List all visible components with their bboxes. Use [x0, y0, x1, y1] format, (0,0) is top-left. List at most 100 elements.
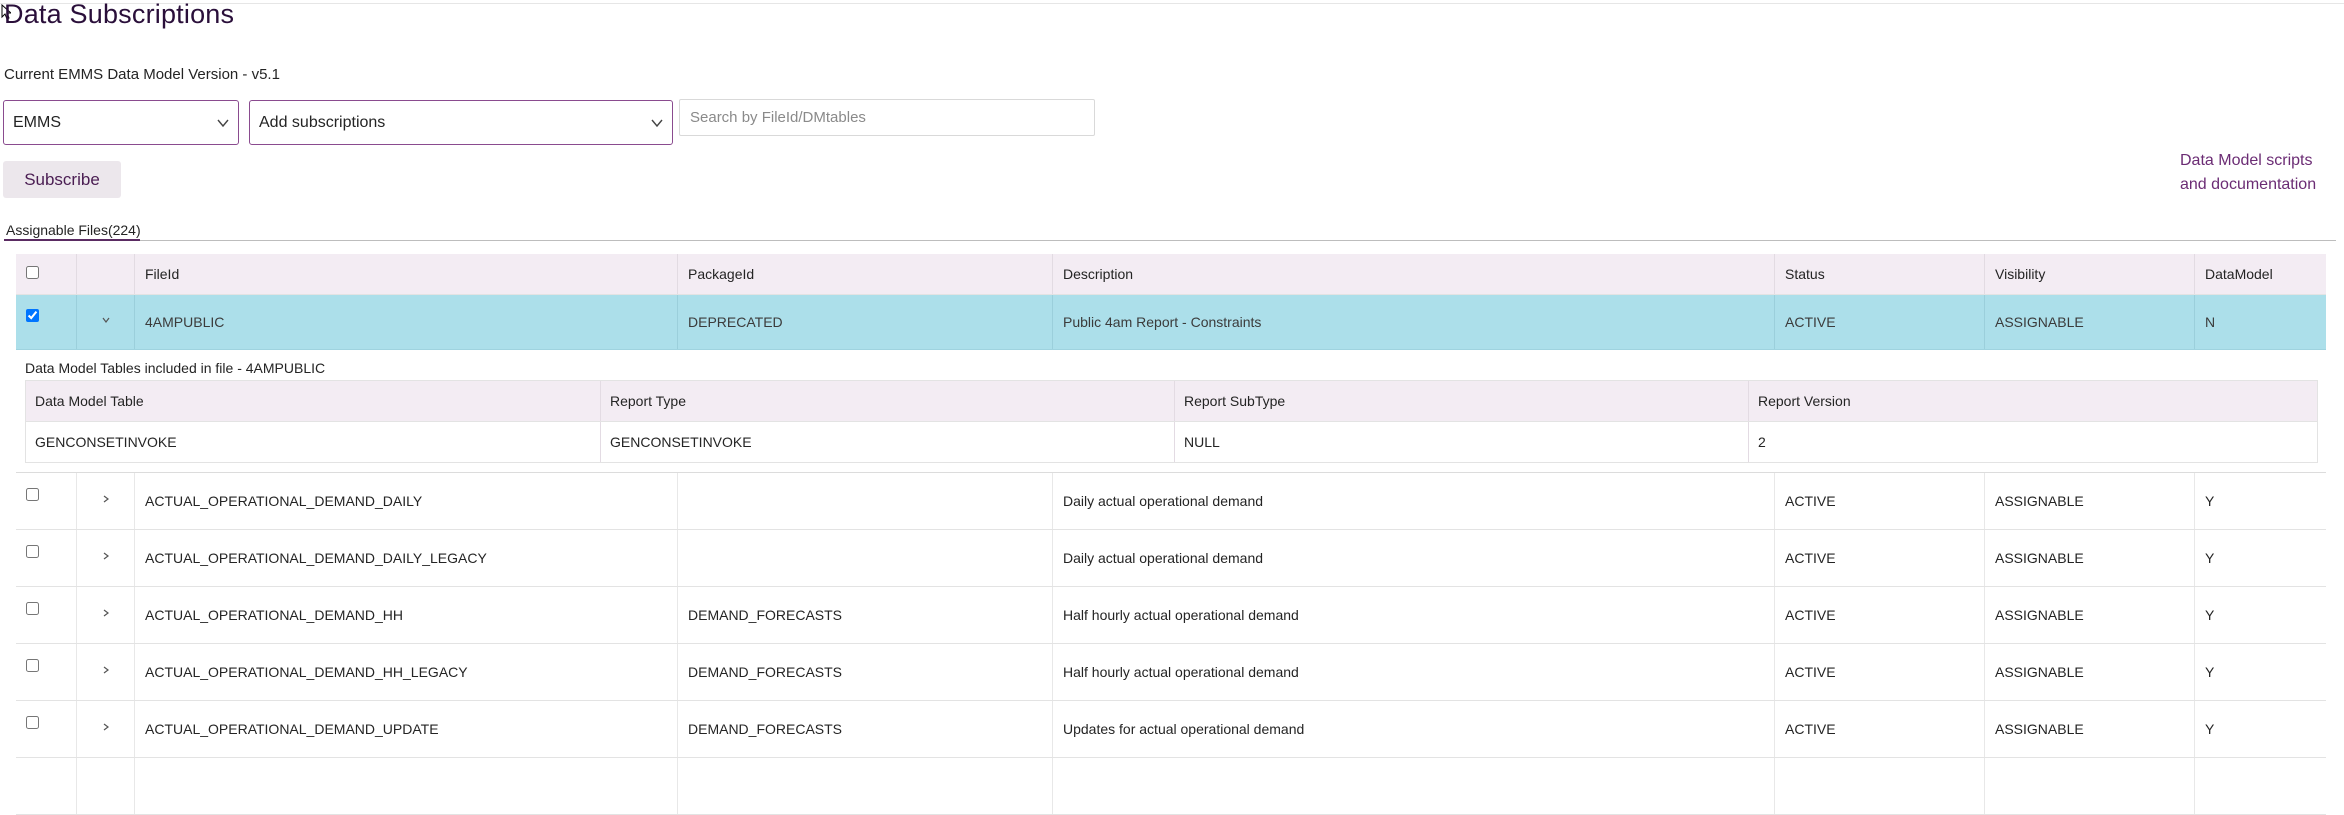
- system-select-value: EMMS: [13, 113, 61, 131]
- row-checkbox[interactable]: [26, 601, 39, 615]
- column-header-report-version: Report Version: [1748, 381, 2317, 421]
- cell-status: ACTIVE: [1774, 587, 1984, 643]
- row-expander[interactable]: [76, 473, 134, 529]
- table-row[interactable]: ACTUAL_OPERATIONAL_DEMAND_HH DEMAND_FORE…: [16, 587, 2326, 644]
- header-checkbox-cell: [16, 254, 76, 294]
- subscribe-button[interactable]: Subscribe: [3, 161, 121, 198]
- cell-visibility: ASSIGNABLE: [1984, 295, 2194, 349]
- cell-description: Half hourly actual operational demand: [1052, 587, 1774, 643]
- top-divider: [0, 3, 2344, 4]
- column-header-status[interactable]: Status: [1774, 254, 1984, 294]
- cell-visibility: ASSIGNABLE: [1984, 473, 2194, 529]
- row-expander[interactable]: [76, 530, 134, 586]
- cell-visibility: ASSIGNABLE: [1984, 701, 2194, 757]
- cell-status: ACTIVE: [1774, 644, 1984, 700]
- row-checkbox[interactable]: [26, 658, 39, 672]
- system-select[interactable]: EMMS: [3, 100, 239, 145]
- detail-caption: Data Model Tables included in file - 4AM…: [25, 360, 326, 376]
- chevron-down-icon: [651, 119, 663, 127]
- cell-report-version: 2: [1748, 422, 2317, 462]
- select-all-checkbox[interactable]: [26, 265, 39, 279]
- table-row[interactable]: ACTUAL_OPERATIONAL_DEMAND_DAILY Daily ac…: [16, 473, 2326, 530]
- column-header-description[interactable]: Description: [1052, 254, 1774, 294]
- table-row[interactable]: [16, 758, 2326, 815]
- data-model-docs-link[interactable]: Data Model scripts and documentation: [2180, 149, 2340, 197]
- row-checkbox-cell: [16, 473, 76, 529]
- cell-fileid: ACTUAL_OPERATIONAL_DEMAND_UPDATE: [134, 701, 677, 757]
- data-model-version: Current EMMS Data Model Version - v5.1: [4, 66, 280, 83]
- row-checkbox[interactable]: [26, 544, 39, 558]
- cell-report-type: GENCONSETINVOKE: [600, 422, 1174, 462]
- row-detail-panel: Data Model Tables included in file - 4AM…: [16, 350, 2326, 473]
- cell-datamodel: N: [2194, 295, 2326, 349]
- column-header-fileid[interactable]: FileId: [134, 254, 677, 294]
- chevron-down-icon: [217, 119, 229, 127]
- data-model-tables-table: Data Model Table Report Type Report SubT…: [25, 380, 2318, 463]
- cell-packageid: DEPRECATED: [677, 295, 1052, 349]
- row-expander[interactable]: [76, 295, 134, 349]
- row-checkbox-cell: [16, 530, 76, 586]
- column-header-packageid[interactable]: PackageId: [677, 254, 1052, 294]
- add-subscriptions-value: Add subscriptions: [259, 113, 386, 131]
- column-header-report-type: Report Type: [600, 381, 1174, 421]
- row-checkbox[interactable]: [26, 715, 39, 729]
- page-title: Data Subscriptions: [4, 0, 235, 29]
- cell-datamodel: [2194, 758, 2326, 814]
- cell-visibility: ASSIGNABLE: [1984, 530, 2194, 586]
- cell-fileid: ACTUAL_OPERATIONAL_DEMAND_DAILY_LEGACY: [134, 530, 677, 586]
- row-checkbox[interactable]: [26, 308, 39, 322]
- cell-status: ACTIVE: [1774, 701, 1984, 757]
- search-input[interactable]: [679, 99, 1095, 136]
- table-row[interactable]: ACTUAL_OPERATIONAL_DEMAND_DAILY_LEGACY D…: [16, 530, 2326, 587]
- chevron-down-icon: [102, 317, 109, 323]
- active-tab-indicator: [4, 239, 140, 241]
- cell-visibility: [1984, 758, 2194, 814]
- column-header-datamodel[interactable]: DataModel: [2194, 254, 2326, 294]
- row-checkbox[interactable]: [26, 487, 39, 501]
- files-table: FileId PackageId Description Status Visi…: [16, 254, 2326, 815]
- doc-link-line-2: and documentation: [2180, 176, 2317, 193]
- header-expand-cell: [76, 254, 134, 294]
- cell-visibility: ASSIGNABLE: [1984, 644, 2194, 700]
- table-row[interactable]: 4AMPUBLIC DEPRECATED Public 4am Report -…: [16, 295, 2326, 350]
- cell-fileid: 4AMPUBLIC: [134, 295, 677, 349]
- cell-packageid: [677, 473, 1052, 529]
- cell-description: Public 4am Report - Constraints: [1052, 295, 1774, 349]
- cell-fileid: ACTUAL_OPERATIONAL_DEMAND_HH_LEGACY: [134, 644, 677, 700]
- detail-table-header: Data Model Table Report Type Report SubT…: [26, 381, 2317, 422]
- cell-description: Half hourly actual operational demand: [1052, 644, 1774, 700]
- tab-divider: [4, 240, 2336, 241]
- doc-link-line-1: Data Model scripts: [2180, 152, 2313, 169]
- row-checkbox-cell: [16, 587, 76, 643]
- cell-visibility: ASSIGNABLE: [1984, 587, 2194, 643]
- row-checkbox-cell: [16, 701, 76, 757]
- column-header-report-subtype: Report SubType: [1174, 381, 1748, 421]
- row-expander[interactable]: [76, 644, 134, 700]
- table-row[interactable]: ACTUAL_OPERATIONAL_DEMAND_UPDATE DEMAND_…: [16, 701, 2326, 758]
- row-expander[interactable]: [76, 758, 134, 814]
- column-header-visibility[interactable]: Visibility: [1984, 254, 2194, 294]
- cell-status: [1774, 758, 1984, 814]
- cell-datamodel: Y: [2194, 587, 2326, 643]
- chevron-right-icon: [103, 552, 109, 560]
- cell-packageid: DEMAND_FORECASTS: [677, 587, 1052, 643]
- row-expander[interactable]: [76, 587, 134, 643]
- cell-status: ACTIVE: [1774, 473, 1984, 529]
- cell-datamodel: Y: [2194, 701, 2326, 757]
- tab-assignable-files[interactable]: Assignable Files(224): [6, 222, 141, 238]
- cell-packageid: DEMAND_FORECASTS: [677, 644, 1052, 700]
- cell-data-model-table: GENCONSETINVOKE: [35, 434, 177, 450]
- chevron-right-icon: [103, 723, 109, 731]
- cell-packageid: [677, 530, 1052, 586]
- table-row[interactable]: ACTUAL_OPERATIONAL_DEMAND_HH_LEGACY DEMA…: [16, 644, 2326, 701]
- cell-fileid: ACTUAL_OPERATIONAL_DEMAND_DAILY: [134, 473, 677, 529]
- cell-datamodel: Y: [2194, 644, 2326, 700]
- cell-status: ACTIVE: [1774, 295, 1984, 349]
- cell-packageid: DEMAND_FORECASTS: [677, 701, 1052, 757]
- row-checkbox-cell: [16, 758, 76, 814]
- row-expander[interactable]: [76, 701, 134, 757]
- add-subscriptions-select[interactable]: Add subscriptions: [249, 100, 673, 145]
- cell-fileid: [134, 758, 677, 814]
- table-header: FileId PackageId Description Status Visi…: [16, 254, 2326, 295]
- cell-report-subtype: NULL: [1174, 422, 1748, 462]
